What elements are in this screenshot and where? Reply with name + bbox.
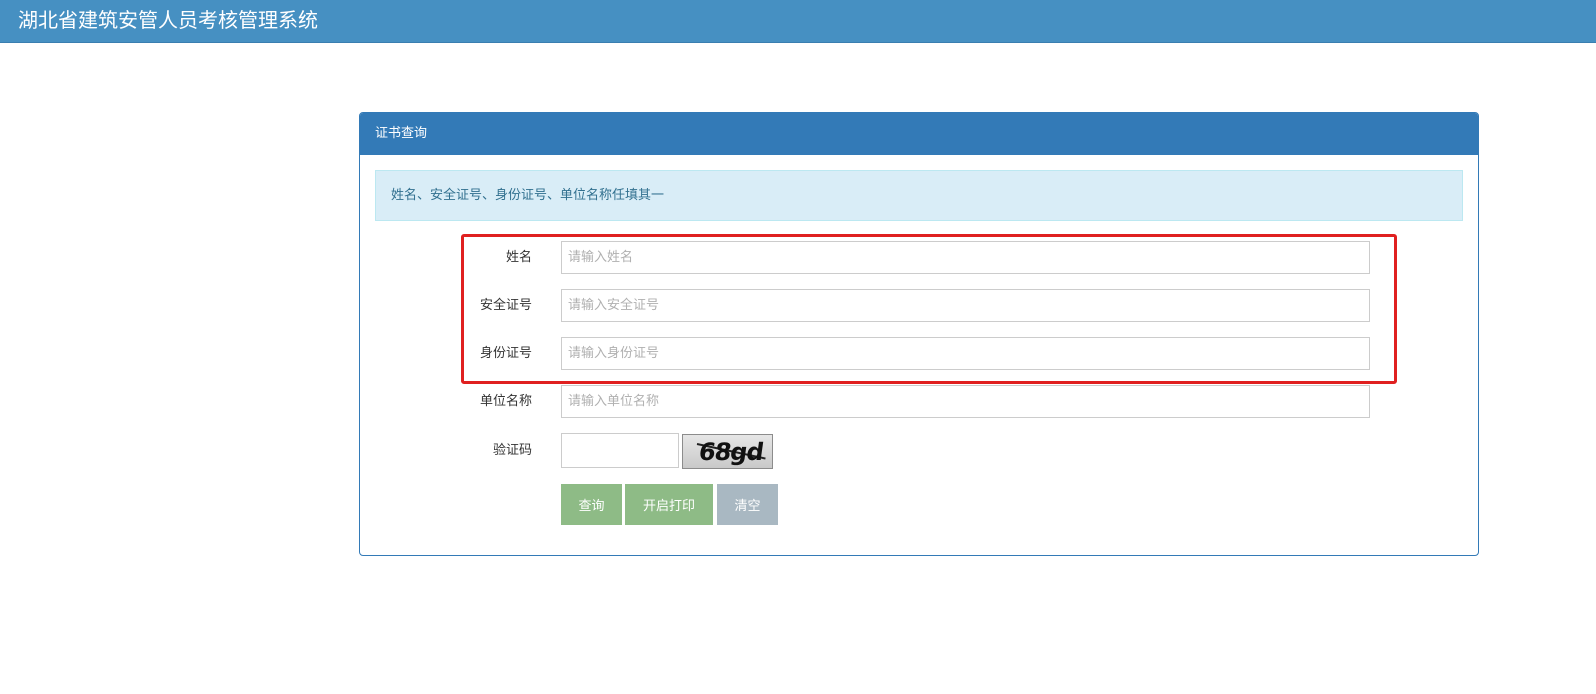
company-name-label: 单位名称: [479, 394, 532, 409]
name-input[interactable]: [561, 241, 1370, 274]
panel-title: 证书查询: [375, 126, 428, 141]
clear-button[interactable]: 清空: [717, 484, 778, 525]
certificate-query-panel: 证书查询 姓名、安全证号、身份证号、单位名称任填其一: [359, 112, 1479, 556]
safety-cert-input[interactable]: [561, 289, 1370, 322]
id-number-label: 身份证号: [479, 346, 532, 361]
captcha-label: 验证码: [492, 443, 532, 458]
captcha-input[interactable]: [561, 433, 679, 468]
id-number-input[interactable]: [561, 337, 1370, 370]
panel-heading: 证书查询: [360, 113, 1478, 155]
notice-text: 姓名、安全证号、身份证号、单位名称任填其一: [391, 188, 665, 203]
safety-cert-label: 安全证号: [479, 298, 532, 313]
captcha-text: 68gd: [697, 438, 765, 466]
name-label: 姓名: [505, 250, 532, 265]
app-title: 湖北省建筑安管人员考核管理系统: [18, 8, 318, 32]
query-button[interactable]: 查询: [561, 484, 622, 525]
captcha-image[interactable]: 68gd: [682, 434, 773, 469]
company-name-input[interactable]: [561, 385, 1370, 418]
top-header-bar: 湖北省建筑安管人员考核管理系统: [0, 0, 1596, 43]
notice-alert: 姓名、安全证号、身份证号、单位名称任填其一: [375, 170, 1463, 221]
print-button[interactable]: 开启打印: [625, 484, 713, 525]
